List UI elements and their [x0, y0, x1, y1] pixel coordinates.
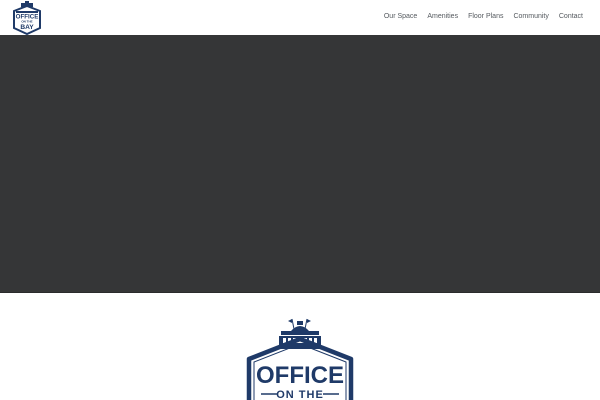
logo-line3: BAY: [20, 24, 34, 31]
site-logo-icon[interactable]: OFFICE ON THE BAY: [12, 1, 42, 35]
logo-line2: ON THE: [21, 20, 32, 24]
main-nav: Our Space Amenities Floor Plans Communit…: [384, 0, 583, 35]
nav-amenities[interactable]: Amenities: [427, 13, 458, 22]
nav-our-space[interactable]: Our Space: [384, 13, 417, 22]
site-header: OFFICE ON THE BAY Our Space Amenities Fl…: [0, 0, 600, 35]
page: OFFICE ON THE BAY Our Space Amenities Fl…: [0, 0, 600, 400]
feature-logo-line1: OFFICE: [256, 362, 344, 389]
feature-logo-line2: ON THE: [276, 389, 324, 400]
feature-logo-icon: OFFICE ON THE: [246, 318, 354, 400]
hero-banner: [0, 35, 600, 292]
nav-floor-plans[interactable]: Floor Plans: [468, 13, 503, 22]
nav-community[interactable]: Community: [513, 13, 548, 22]
nav-contact[interactable]: Contact: [559, 13, 583, 22]
